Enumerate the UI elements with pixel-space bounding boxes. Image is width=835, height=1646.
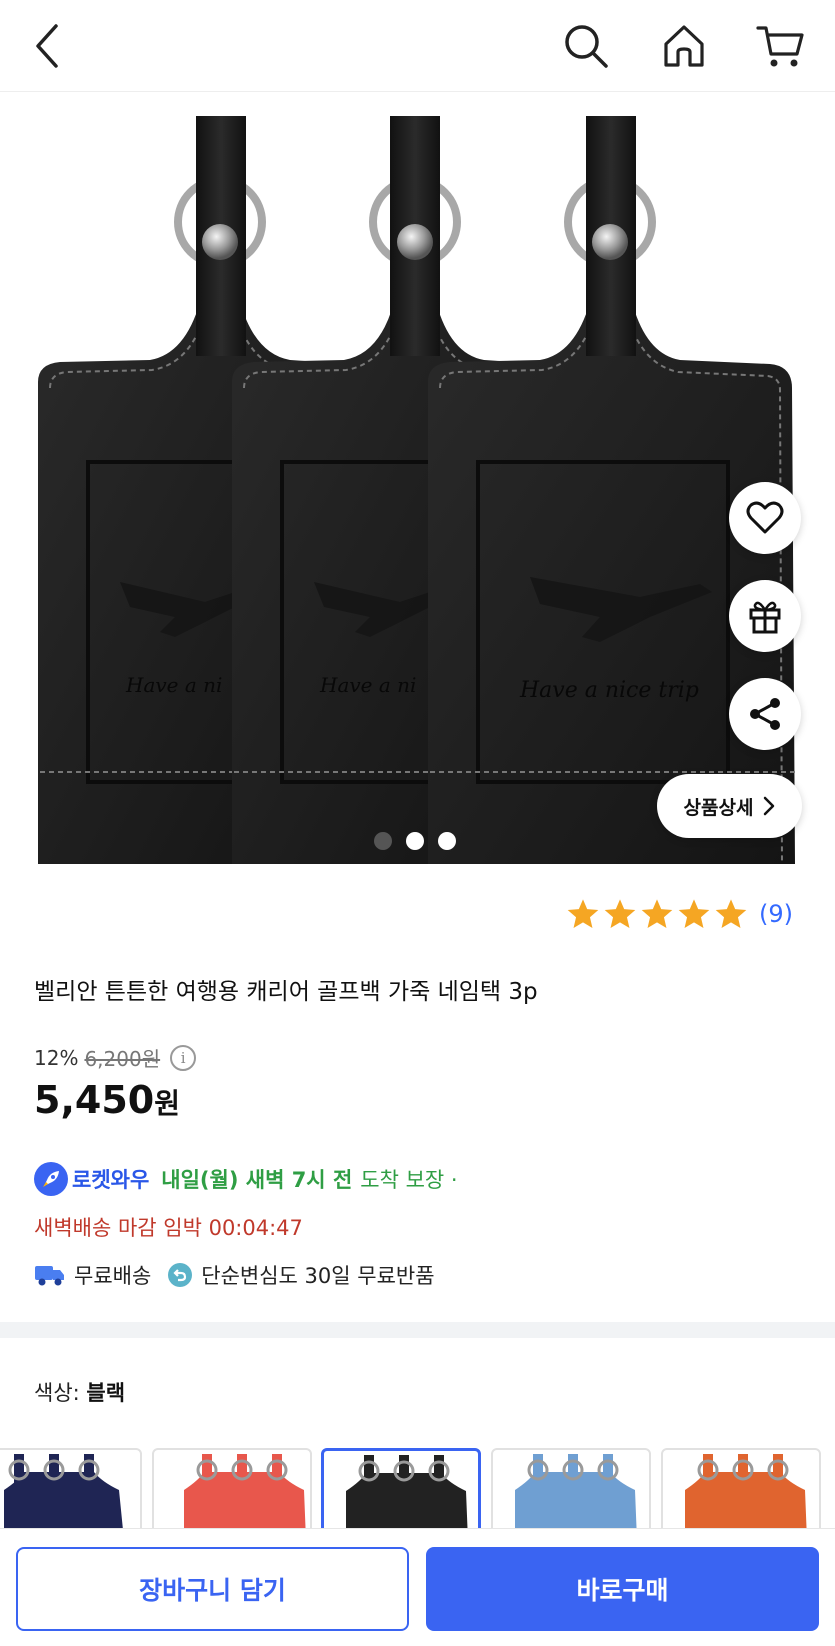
section-divider: [0, 1322, 835, 1338]
chevron-right-icon: [764, 796, 775, 816]
gallery-pagination: [374, 832, 456, 850]
color-swatch[interactable]: [491, 1448, 651, 1528]
cart-button[interactable]: [752, 18, 808, 74]
back-button[interactable]: [20, 18, 76, 74]
original-price: 6,200원: [84, 1047, 161, 1071]
color-value: 블랙: [86, 1381, 126, 1405]
product-image-gallery[interactable]: Have a ni Have a ni Have a nice trip 상품상…: [0, 92, 835, 864]
star-icon: [604, 899, 636, 929]
shipping-perks: 무료배송 단순변심도 30일 무료반품: [34, 1260, 435, 1290]
discount-row: 12% 6,200원 i: [34, 1043, 197, 1072]
heart-icon: [746, 501, 784, 534]
buy-now-button[interactable]: 바로구매: [426, 1547, 819, 1631]
color-swatch[interactable]: [661, 1448, 821, 1528]
arrival-guarantee: 도착 보장 ·: [360, 1168, 458, 1192]
review-count: (9): [759, 900, 793, 928]
free-shipping: 무료배송: [74, 1264, 152, 1288]
rocket-icon: [34, 1162, 68, 1196]
home-icon: [664, 25, 704, 67]
star-icon: [641, 899, 673, 929]
product-photo: Have a ni Have a ni Have a nice trip: [0, 92, 835, 864]
product-detail-button[interactable]: 상품상세: [657, 774, 802, 838]
star-icon: [678, 899, 710, 929]
engraved-text: Have a nice trip: [519, 678, 699, 703]
star-icon: [715, 899, 747, 929]
color-label: 색상:: [34, 1381, 80, 1405]
free-return: 단순변심도 30일 무료반품: [201, 1264, 435, 1288]
pagination-dot[interactable]: [374, 832, 392, 850]
sale-price: 5,450원: [34, 1078, 180, 1122]
gift-icon: [749, 601, 781, 634]
price-number: 5,450: [34, 1078, 155, 1122]
add-to-cart-button[interactable]: 장바구니 담기: [16, 1547, 409, 1631]
bottom-action-bar: 장바구니 담기 바로구매: [0, 1528, 835, 1646]
arrival-time: 내일(월) 새벽 7시 전: [161, 1168, 353, 1192]
delivery-info: 로켓와우 내일(월) 새벽 7시 전 도착 보장 ·: [34, 1162, 458, 1196]
pagination-dot[interactable]: [438, 832, 456, 850]
rocket-brand: 로켓와우: [72, 1168, 150, 1192]
discount-rate: 12%: [34, 1045, 79, 1070]
color-swatch[interactable]: [152, 1448, 312, 1528]
color-swatch[interactable]: [0, 1448, 142, 1528]
color-swatch-list: [0, 1448, 835, 1528]
rating-summary[interactable]: (9): [566, 898, 793, 930]
truck-icon: [35, 1266, 64, 1286]
home-button[interactable]: [656, 18, 712, 74]
share-button[interactable]: [729, 678, 801, 750]
chevron-left-icon: [36, 24, 58, 68]
product-title: 벨리안 튼튼한 여행용 캐리어 골프백 가죽 네임택 3p: [34, 979, 538, 1005]
svg-text:Have a ni: Have a ni: [319, 673, 416, 697]
gift-button[interactable]: [729, 580, 801, 652]
color-swatch-selected[interactable]: [321, 1448, 481, 1528]
price-unit: 원: [154, 1087, 180, 1120]
search-icon: [565, 25, 608, 68]
star-icon: [567, 899, 599, 929]
color-option-label: 색상: 블랙: [34, 1377, 125, 1407]
top-nav-bar: [0, 0, 835, 92]
svg-text:Have a ni: Have a ni: [125, 673, 222, 697]
info-icon[interactable]: i: [170, 1044, 197, 1071]
cart-icon: [756, 26, 804, 67]
share-icon: [750, 698, 780, 730]
pagination-dot[interactable]: [406, 832, 424, 850]
dawn-delivery-countdown: 새벽배송 마감 임박 00:04:47: [34, 1216, 303, 1240]
search-button[interactable]: [558, 18, 614, 74]
return-icon: [168, 1263, 193, 1287]
wishlist-button[interactable]: [729, 482, 801, 554]
product-detail-label: 상품상세: [683, 796, 754, 819]
